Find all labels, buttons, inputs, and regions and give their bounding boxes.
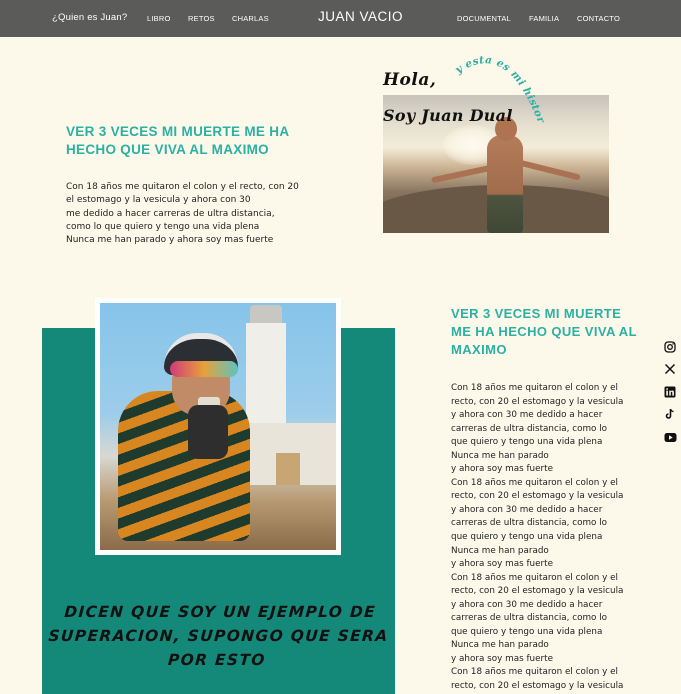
story-line: que quiero y tengo una vida plena <box>451 532 603 543</box>
story-line: y ahora con 30 me dedido a hacer <box>451 410 603 421</box>
instagram-icon[interactable] <box>662 340 678 354</box>
story-line: carreras de ultra distancia, como lo <box>451 423 608 434</box>
story-line: recto, con 20 el estomago y la vesicula <box>451 396 624 407</box>
x-icon[interactable] <box>662 362 678 376</box>
story-line: carreras de ultra distancia, como lo <box>451 613 608 624</box>
nav-contacto[interactable]: CONTACTO <box>577 14 620 23</box>
hero-heading: VER 3 VECES MI MUERTE ME HA HECHO QUE VI… <box>66 124 289 157</box>
story-line: recto, con 20 el estomago y la vesicula <box>451 681 624 692</box>
story-line: recto, con 20 el estomago y la vesicula <box>451 491 624 502</box>
nav-quien-es-juan[interactable]: ¿Quien es Juan? <box>52 12 127 23</box>
story-line: que quiero y tengo una vida plena <box>451 437 603 448</box>
story-line: y ahora con 30 me dedido a hacer <box>451 504 603 515</box>
story-line: Nunca me han parado <box>451 450 549 461</box>
story-line: Con 18 años me quitaron el colon y el <box>451 383 618 393</box>
story-paragraph: Con 18 años me quitaron el colon y el rec… <box>451 382 641 694</box>
story-line: carreras de ultra distancia, como lo <box>451 518 608 529</box>
linkedin-icon[interactable] <box>662 385 678 399</box>
story-line: Con 18 años me quitaron el colon y el <box>451 477 618 488</box>
story-line: y ahora soy mas fuerte <box>451 464 554 475</box>
top-nav: ¿Quien es Juan? LIBRO RETOS CHARLAS JUAN… <box>0 0 681 37</box>
story-line: Con 18 años me quitaron el colon y el <box>451 667 618 678</box>
story-line: Nunca me han parado <box>451 640 549 651</box>
story-line: y ahora con 30 me dedido a hacer <box>451 599 603 610</box>
superacion-quote: DICEN QUE SOY UN EJEMPLO DE SUPERACION, … <box>47 603 390 669</box>
story-line: y ahora soy mas fuerte <box>451 559 554 570</box>
story-line: y ahora soy mas fuerte <box>451 653 554 664</box>
story-heading: VER 3 VECES MI MUERTE ME HA HECHO QUE VI… <box>451 306 637 357</box>
story-line: Nunca me han parado <box>451 545 549 556</box>
story-line: que quiero y tengo una vida plena <box>451 626 603 637</box>
story-line: recto, con 20 el estomago y la vesicula <box>451 586 624 597</box>
nav-libro[interactable]: LIBRO <box>147 14 171 23</box>
brand-logo[interactable]: JUAN VACIO <box>318 9 403 24</box>
svg-text:y esta es mi historia: y esta es mi historia <box>442 35 547 126</box>
tiktok-icon[interactable] <box>662 407 678 421</box>
story-line: Con 18 años me quitaron el colon y el <box>451 572 618 583</box>
hero-paragraph: Con 18 años me quitaron el colon y el re… <box>66 182 299 246</box>
arc-tagline-text: y esta es mi historia <box>442 35 547 126</box>
nav-familia[interactable]: FAMILIA <box>529 14 559 23</box>
nav-charlas[interactable]: CHARLAS <box>232 14 269 23</box>
arc-tagline: y esta es mi historia <box>442 35 547 126</box>
nav-retos[interactable]: RETOS <box>188 14 215 23</box>
cyclist-photo <box>100 303 336 550</box>
nav-documental[interactable]: DOCUMENTAL <box>457 14 511 23</box>
youtube-icon[interactable] <box>662 430 678 444</box>
hola-script: Hola, <box>383 70 437 90</box>
